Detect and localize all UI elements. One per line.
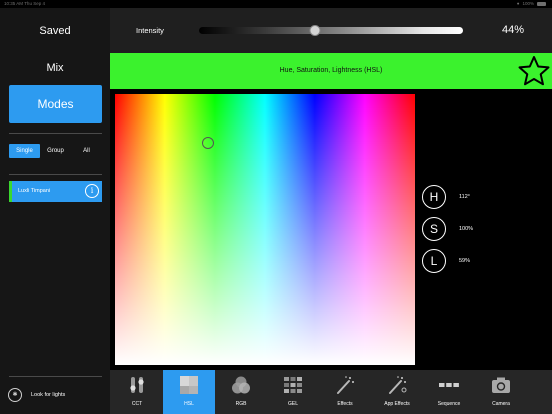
tab-label: CCT bbox=[131, 401, 143, 407]
tab-hsl[interactable]: HSL bbox=[163, 370, 215, 414]
battery-icon bbox=[537, 2, 546, 6]
lightness-value: 59% bbox=[459, 258, 471, 264]
hue-saturation-picker[interactable] bbox=[115, 94, 415, 365]
sidebar-divider bbox=[9, 376, 102, 377]
bluetooth-icon: ✱ bbox=[8, 388, 22, 402]
segment-all[interactable]: All bbox=[71, 144, 102, 158]
status-indicators: ● 100% bbox=[517, 0, 546, 8]
status-time: 10:35 AM bbox=[4, 1, 24, 6]
mode-title: Hue, Saturation, Lightness (HSL) bbox=[279, 67, 383, 74]
tab-label: GEL bbox=[287, 401, 298, 407]
gel-icon bbox=[284, 377, 302, 393]
tab-gel[interactable]: GEL bbox=[267, 370, 319, 414]
tab-effects[interactable]: Effects bbox=[319, 370, 371, 414]
modes-button[interactable]: Modes bbox=[9, 85, 102, 123]
effects-icon bbox=[337, 376, 354, 394]
saturation-value: 100% bbox=[459, 226, 474, 232]
sequence-icon bbox=[439, 383, 459, 387]
saturation-control: S 100% bbox=[422, 217, 502, 241]
tab-label: Effects bbox=[337, 401, 353, 407]
hue-button[interactable]: H bbox=[422, 185, 446, 209]
segment-group[interactable]: Group bbox=[40, 144, 71, 158]
picker-cursor[interactable] bbox=[202, 136, 215, 149]
status-bar: 10:35 AM Thu Sep 4 ● 100% bbox=[0, 0, 552, 8]
app-effects-icon bbox=[389, 376, 407, 394]
mix-button[interactable]: Mix bbox=[0, 62, 110, 74]
star-icon[interactable] bbox=[518, 55, 550, 87]
look-for-lights-label: Look for lights bbox=[31, 392, 66, 398]
status-time-date: 10:35 AM Thu Sep 4 bbox=[4, 0, 45, 8]
cct-icon bbox=[130, 377, 144, 393]
hsl-icon bbox=[180, 376, 198, 394]
saturation-button[interactable]: S bbox=[422, 217, 446, 241]
lightness-button[interactable]: L bbox=[422, 249, 446, 273]
hue-control: H 112° bbox=[422, 185, 502, 209]
segment-single[interactable]: Single bbox=[9, 144, 40, 158]
wifi-icon: ● bbox=[516, 1, 520, 6]
intensity-label: Intensity bbox=[136, 26, 164, 35]
tab-sequence[interactable]: Sequence bbox=[423, 370, 475, 414]
intensity-bar: Intensity 44% bbox=[110, 8, 552, 53]
tab-label: Camera bbox=[492, 401, 510, 407]
intensity-slider[interactable] bbox=[199, 25, 463, 36]
status-date: Thu Sep 4 bbox=[24, 1, 45, 6]
main-panel: Intensity 44% Hue, Saturation, Lightness… bbox=[110, 8, 552, 414]
lightness-control: L 59% bbox=[422, 249, 502, 273]
tab-app-effects[interactable]: App Effects bbox=[371, 370, 423, 414]
hue-value: 112° bbox=[459, 194, 470, 200]
saved-button[interactable]: Saved bbox=[0, 25, 110, 37]
intensity-value: 44% bbox=[501, 24, 524, 36]
camera-icon bbox=[492, 377, 510, 393]
tab-label: HSL bbox=[184, 401, 194, 407]
tab-rgb[interactable]: RGB bbox=[215, 370, 267, 414]
look-for-lights-button[interactable]: ✱ Look for lights bbox=[8, 388, 103, 402]
tab-label: RGB bbox=[235, 401, 247, 407]
sidebar-divider bbox=[9, 133, 102, 134]
sidebar: Saved Mix Modes Single Group All Luxli T… bbox=[0, 8, 110, 414]
mode-tab-bar: CCT HSL RGB GEL Effects App Effects Sequ… bbox=[110, 370, 552, 414]
tab-label: Sequence bbox=[437, 401, 461, 407]
sidebar-divider bbox=[9, 174, 102, 175]
battery-percent: 100% bbox=[522, 1, 534, 6]
tab-label: App Effects bbox=[384, 401, 410, 407]
fixture-item[interactable]: Luxli Timpani i bbox=[9, 181, 102, 202]
intensity-slider-thumb[interactable] bbox=[309, 25, 321, 36]
mode-header: Hue, Saturation, Lightness (HSL) bbox=[110, 53, 552, 89]
tab-cct[interactable]: CCT bbox=[111, 370, 163, 414]
fixture-name: Luxli Timpani bbox=[18, 188, 51, 194]
info-icon[interactable]: i bbox=[85, 184, 99, 198]
rgb-icon bbox=[232, 376, 250, 394]
tab-camera[interactable]: Camera bbox=[475, 370, 527, 414]
